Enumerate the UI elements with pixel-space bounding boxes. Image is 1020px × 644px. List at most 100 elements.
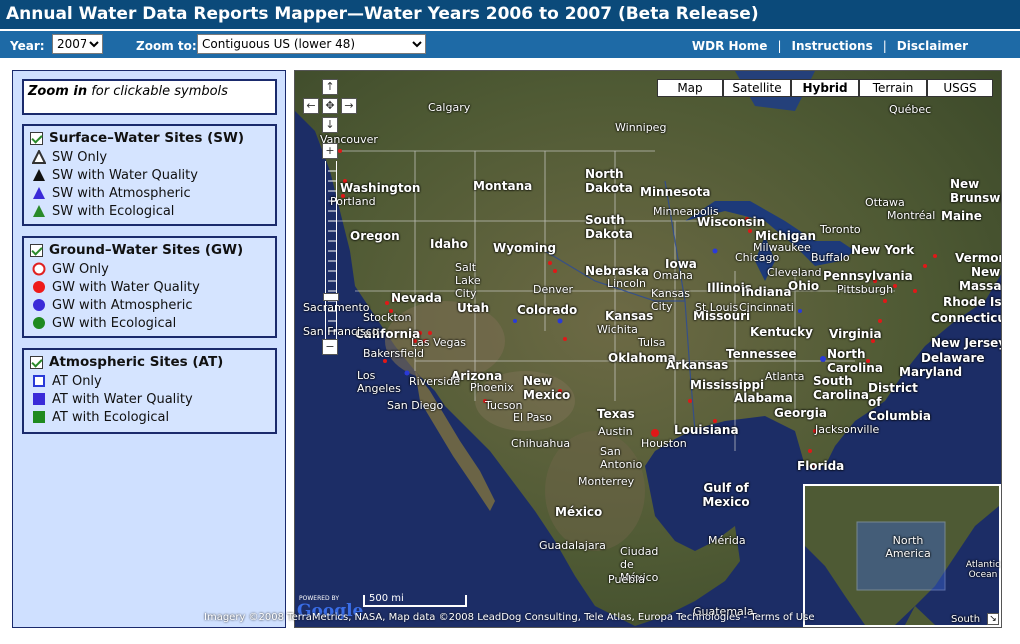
map-label: Oregon: [350, 229, 400, 243]
map-label: Vermont: [955, 251, 1001, 265]
zoom-slider[interactable]: [323, 161, 339, 343]
map-label: Washington: [340, 181, 421, 195]
map-type-usgs[interactable]: USGS: [927, 79, 993, 97]
circle-hollow-red-icon: [32, 262, 46, 276]
pan-left-icon[interactable]: ←: [303, 98, 319, 114]
map-label: Cincinnati: [739, 301, 794, 314]
map-label: Kansas: [605, 309, 654, 323]
map-label: Mississippi: [690, 378, 765, 392]
zoom-to-select[interactable]: Contiguous US (lower 48): [197, 34, 426, 54]
map-label: Ottawa: [865, 196, 905, 209]
map-label: Montana: [473, 179, 533, 193]
legend-panel: Zoom in for clickable symbols Surface–Wa…: [12, 70, 286, 628]
map-canvas[interactable]: Calgary Winnipeg Québec Vancouver Washin…: [294, 70, 1002, 628]
legend-item: SW with Atmospheric: [24, 184, 275, 202]
header-links: WDR Home | Instructions | Disclaimer: [691, 39, 968, 53]
legend-item: GW with Atmospheric: [24, 296, 275, 314]
pan-down-icon[interactable]: ↓: [322, 117, 338, 133]
map-label: Calgary: [428, 101, 471, 114]
triangle-green-icon: [32, 204, 46, 218]
map-type-satellite[interactable]: Satellite: [723, 79, 791, 97]
legend-item: SW with Ecological: [24, 202, 275, 220]
zoom-in-icon[interactable]: +: [322, 143, 338, 159]
sw-group-title: Surface–Water Sites (SW): [49, 130, 245, 146]
map-type-map[interactable]: Map: [657, 79, 723, 97]
legend-item: SW with Water Quality: [24, 166, 275, 184]
map-label: Wisconsin: [697, 215, 766, 229]
map-label: Milwaukee: [753, 241, 811, 254]
map-label: Buffalo: [811, 251, 850, 264]
map-label: Gulf of Mexico: [702, 481, 750, 509]
map-label: Cleveland: [767, 266, 822, 279]
gw-checkbox[interactable]: [30, 243, 43, 257]
at-checkbox[interactable]: [30, 355, 43, 369]
map-label: México: [555, 505, 603, 519]
zoom-out-icon[interactable]: −: [322, 339, 338, 355]
wdr-home-link[interactable]: WDR Home: [692, 39, 768, 53]
map-label: Pittsburgh: [837, 283, 894, 296]
map-label: Alabama: [734, 391, 793, 405]
map-label: Ohio: [788, 279, 820, 293]
resize-icon[interactable]: ↘: [987, 613, 999, 625]
map-label: Austin: [598, 425, 633, 438]
map-label: Massachusetts: [959, 279, 1002, 293]
instructions-link[interactable]: Instructions: [791, 39, 872, 53]
map-label: Colorado: [517, 303, 578, 317]
map-label: North Carolina: [827, 347, 883, 375]
map-label: Maryland: [899, 365, 963, 379]
scale-label: 500 mi: [369, 593, 404, 604]
pan-right-icon[interactable]: →: [341, 98, 357, 114]
legend-item: GW with Water Quality: [24, 278, 275, 296]
toolbar: Year: 2007 Zoom to: Contiguous US (lower…: [0, 29, 1020, 58]
map-label: Riverside: [409, 375, 461, 388]
pan-up-icon[interactable]: ↑: [322, 79, 338, 95]
square-blue-icon: [32, 392, 46, 406]
disclaimer-link[interactable]: Disclaimer: [897, 39, 968, 53]
map-label: Jacksonville: [815, 423, 880, 436]
map-label: Pennsylvania: [823, 269, 913, 283]
triangle-black-icon: [32, 168, 46, 182]
map-label: Arkansas: [666, 358, 729, 372]
map-label: New Brunswick: [950, 177, 1001, 205]
map-label: Connecticut: [931, 311, 1001, 325]
at-group-title: Atmospheric Sites (AT): [49, 354, 224, 370]
legend-item: AT with Water Quality: [24, 390, 275, 408]
map-label: New York: [851, 243, 915, 257]
zoom-to-label: Zoom to:: [136, 39, 197, 53]
map-label: South Dakota: [585, 213, 633, 241]
map-label: Los Angeles: [357, 369, 401, 395]
map-label: Omaha: [653, 269, 693, 282]
overview-label: Atlantic Ocean: [965, 560, 1001, 580]
legend-item: SW Only: [24, 148, 275, 166]
map-label: Florida: [797, 459, 845, 473]
map-label: New Mexico: [523, 374, 571, 402]
map-type-terrain[interactable]: Terrain: [859, 79, 927, 97]
map-label: Québec: [889, 103, 932, 116]
map-label: Wichita: [597, 323, 638, 336]
gw-group-title: Ground–Water Sites (GW): [49, 242, 244, 258]
map-label: Maine: [941, 209, 982, 223]
map-label: Winnipeg: [615, 121, 667, 134]
map-label: New York: [971, 265, 1001, 279]
map-attribution: Imagery ©2008 TerraMetrics, NASA, Map da…: [204, 612, 815, 623]
legend-item: AT with Ecological: [24, 408, 275, 426]
map-label: Phoenix: [470, 381, 514, 394]
gw-group: Ground–Water Sites (GW) GW Only GW with …: [22, 236, 277, 338]
map-label: Texas: [597, 407, 635, 421]
map-label: Stockton: [363, 311, 412, 324]
year-select[interactable]: 2007: [52, 34, 103, 54]
zoom-slider-handle[interactable]: [323, 293, 339, 301]
pan-center-icon[interactable]: ✥: [322, 98, 338, 114]
sw-checkbox[interactable]: [30, 131, 43, 145]
map-label: Mérida: [708, 534, 746, 547]
map-label: Minnesota: [640, 185, 711, 199]
circle-blue-icon: [32, 298, 46, 312]
legend-item: GW with Ecological: [24, 314, 275, 332]
map-label: Monterrey: [578, 475, 635, 488]
map-label: Rhode Island: [943, 295, 1002, 309]
overview-map[interactable]: North America Atlantic Ocean South ↘: [803, 484, 1001, 627]
triangle-blue-icon: [32, 186, 46, 200]
map-label: Georgia: [774, 406, 827, 420]
square-green-icon: [32, 410, 46, 424]
map-type-hybrid[interactable]: Hybrid: [791, 79, 859, 97]
